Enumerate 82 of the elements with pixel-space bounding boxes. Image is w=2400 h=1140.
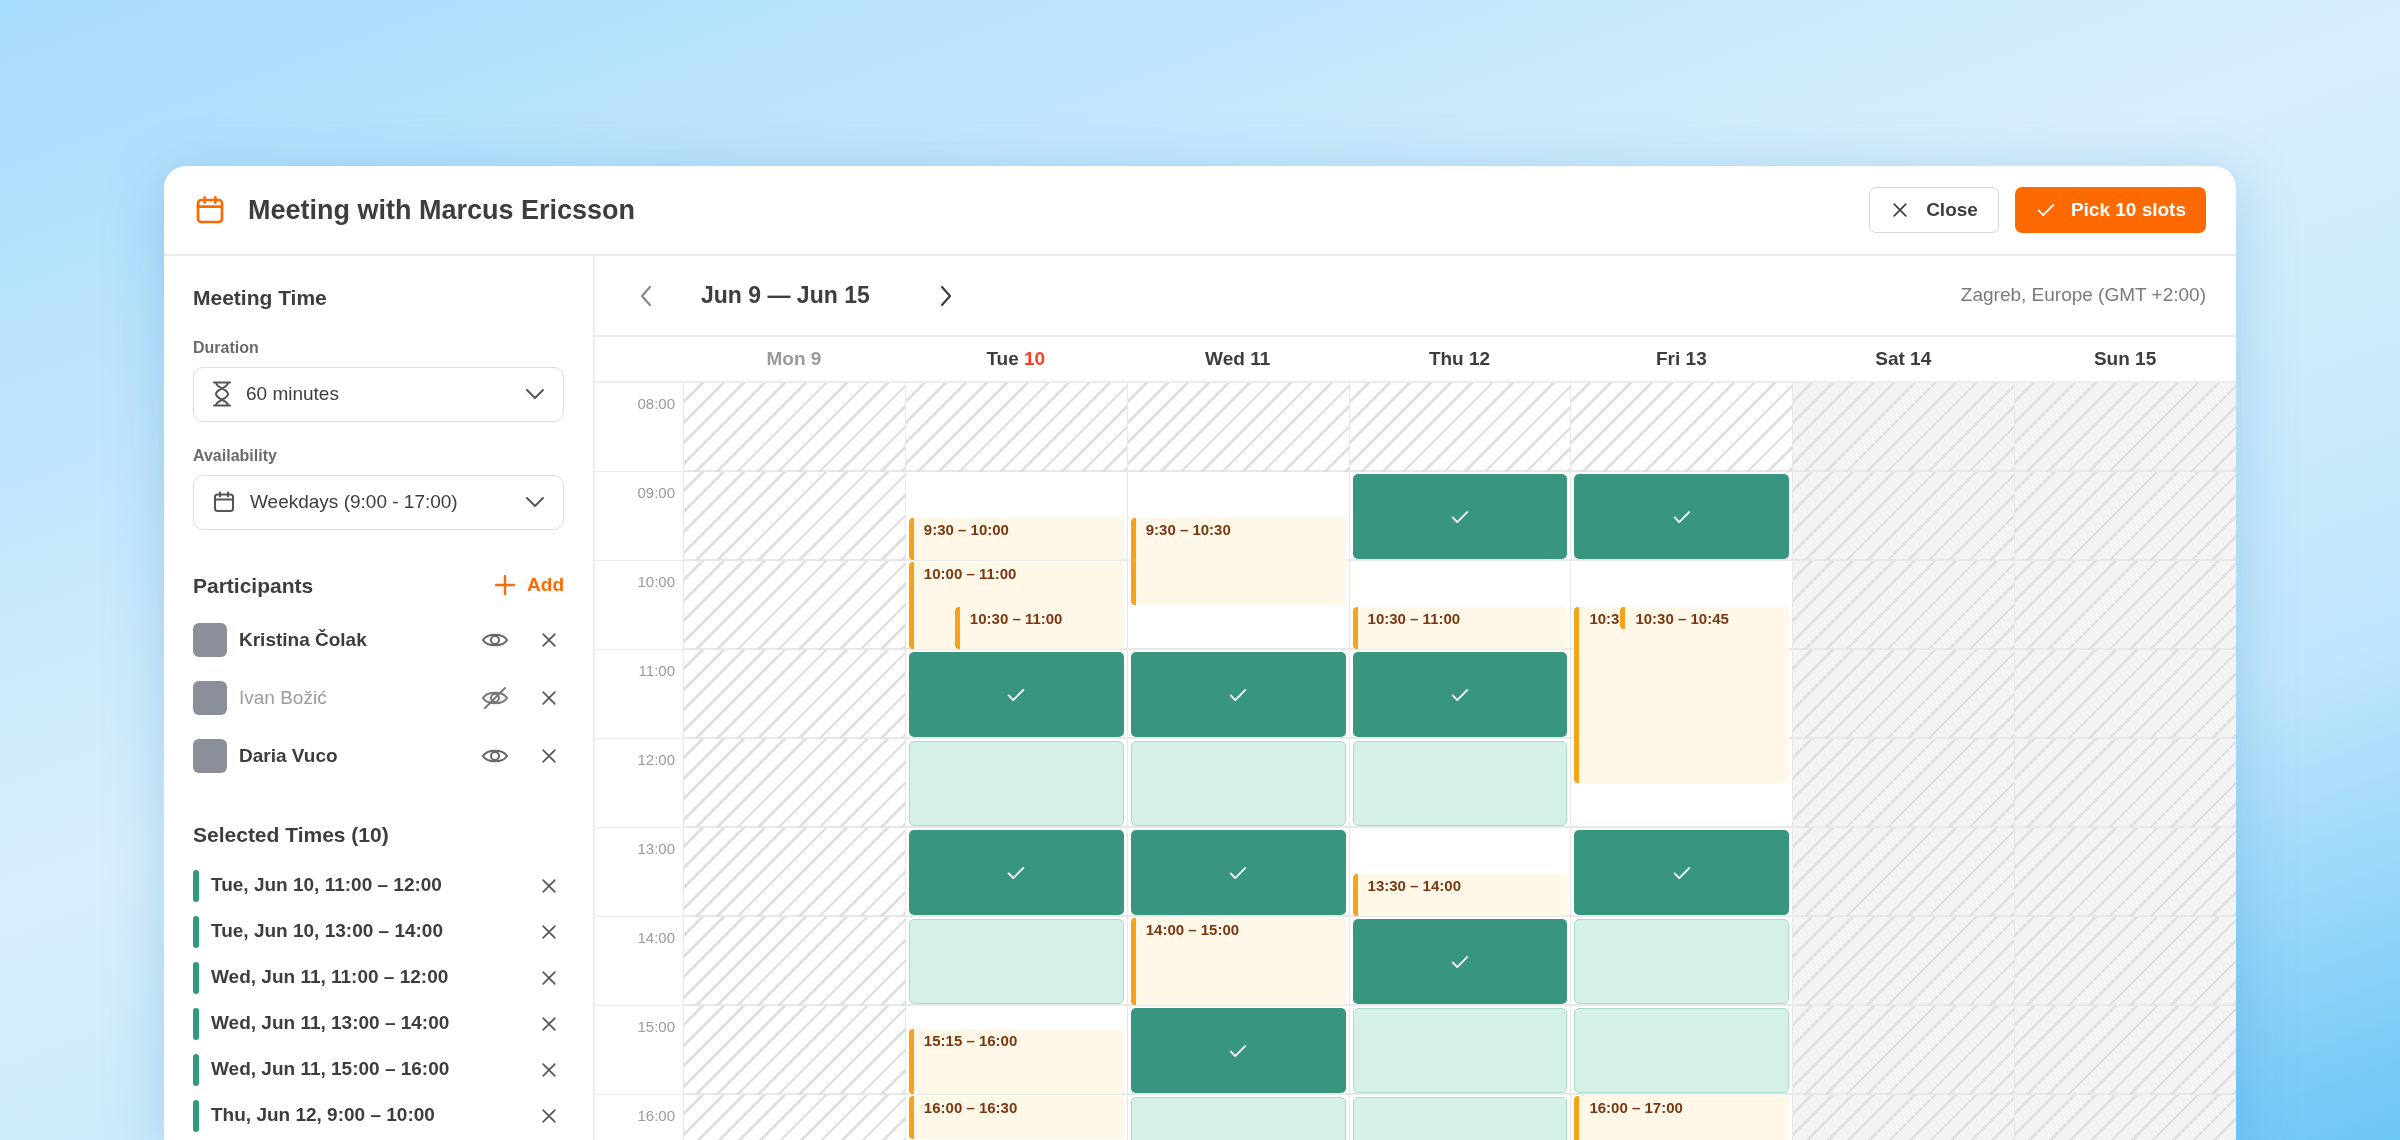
section-title: Participants xyxy=(193,572,314,599)
time-marker xyxy=(193,961,199,994)
participant-name: Daria Vuco xyxy=(239,743,339,768)
available-slot[interactable] xyxy=(908,919,1124,1004)
busy-event: 16:00 – 16:30 xyxy=(908,1096,1124,1139)
busy-event: 10:30 – 10:45 xyxy=(1620,606,1790,629)
selected-slot[interactable] xyxy=(1574,830,1790,915)
day-header[interactable]: Wed 11 xyxy=(1205,344,1271,374)
day-header[interactable]: Thu 12 xyxy=(1428,344,1491,374)
hour-label: 12:00 xyxy=(595,739,683,828)
selected-slot[interactable] xyxy=(1130,652,1346,737)
hour-label: 14:00 xyxy=(595,917,683,1006)
hour-label: 09:00 xyxy=(595,472,683,561)
day-header[interactable]: Sat 14 xyxy=(1875,344,1932,374)
time-marker xyxy=(193,869,199,902)
hour-label: 10:00 xyxy=(595,561,683,650)
selected-slot[interactable] xyxy=(1130,830,1346,915)
busy-event: 10:30 – 11:00 xyxy=(954,606,1124,649)
avatar-photo-placeholder xyxy=(193,739,227,773)
hour-label: 08:00 xyxy=(595,383,683,472)
time-marker xyxy=(193,915,199,948)
busy-event: 10:30 – 11:00 xyxy=(1352,606,1568,649)
participant-name: Kristina Čolak xyxy=(239,627,368,652)
participant-name: Ivan Božić xyxy=(239,685,328,710)
available-slot[interactable] xyxy=(908,741,1124,826)
selected-slot[interactable] xyxy=(1352,652,1568,737)
busy-event: 9:30 – 10:00 xyxy=(908,517,1124,560)
time-marker xyxy=(193,1099,199,1132)
busy-event: 15:15 – 16:00 xyxy=(908,1029,1124,1094)
selected-slot[interactable] xyxy=(1130,1008,1346,1093)
hour-label: 11:00 xyxy=(595,650,683,739)
calendar-icon xyxy=(194,194,226,226)
hour-label: 13:00 xyxy=(595,828,683,917)
busy-event: 9:30 – 10:30 xyxy=(1130,517,1346,605)
hour-label: 15:00 xyxy=(595,1006,683,1095)
hour-label: 16:00 xyxy=(595,1095,683,1140)
avatar-photo-placeholder xyxy=(193,681,227,715)
selected-slot[interactable] xyxy=(1574,474,1790,559)
day-header[interactable]: Fri 13 xyxy=(1656,344,1707,374)
date-range: Jun 9 — Jun 15 xyxy=(701,281,871,311)
window-title: Meeting with Marcus Ericsson xyxy=(248,193,636,227)
selected-time: Wed, Jun 11, 11:00 – 12:00 xyxy=(211,965,450,990)
field-label: Availability xyxy=(193,445,278,466)
timezone-label: Zagreb, Europe (GMT +2:00) xyxy=(1960,283,2206,308)
avatar-photo-placeholder xyxy=(193,623,227,657)
busy-event: 14:00 – 15:00 xyxy=(1130,918,1346,1005)
chevron-down-icon xyxy=(525,388,545,400)
busy-event: 13:30 – 14:00 xyxy=(1352,873,1568,916)
section-title: Meeting Time xyxy=(193,285,328,311)
close-icon xyxy=(539,630,559,650)
selected-time: Tue, Jun 10, 11:00 – 12:00 xyxy=(211,873,443,898)
available-slot[interactable] xyxy=(1352,1008,1568,1093)
duration-select[interactable]: 60 minutes xyxy=(193,366,564,422)
available-slot[interactable] xyxy=(1574,1008,1790,1093)
close-icon xyxy=(539,688,559,708)
field-label: Duration xyxy=(193,337,260,358)
chevron-left-icon xyxy=(639,283,653,308)
available-slot[interactable] xyxy=(1574,919,1790,1004)
selected-time: Thu, Jun 12, 9:00 – 10:00 xyxy=(211,1103,436,1128)
selected-slot[interactable] xyxy=(1352,919,1568,1004)
selected-slot[interactable] xyxy=(1352,474,1568,559)
calendar-icon xyxy=(212,490,236,514)
section-title: Selected Times (10) xyxy=(193,822,390,848)
plus-icon xyxy=(495,575,516,596)
selected-time: Wed, Jun 11, 13:00 – 14:00 xyxy=(211,1011,451,1036)
chevron-right-icon xyxy=(939,283,953,308)
day-header[interactable]: Tue 10 xyxy=(986,344,1046,374)
close-icon xyxy=(539,746,559,766)
availability-select[interactable]: Weekdays (9:00 - 17:00) xyxy=(193,474,564,530)
selected-time: Tue, Jun 10, 13:00 – 14:00 xyxy=(211,919,444,944)
time-marker xyxy=(193,1053,199,1086)
selected-slot[interactable] xyxy=(908,830,1124,915)
available-slot[interactable] xyxy=(1130,741,1346,826)
time-marker xyxy=(193,1007,199,1040)
close-button[interactable]: Close xyxy=(1869,187,1999,233)
selected-slot[interactable] xyxy=(908,652,1124,737)
available-slot[interactable] xyxy=(1352,741,1568,826)
chevron-down-icon xyxy=(525,496,545,508)
hourglass-icon xyxy=(212,381,232,407)
busy-event: 16:00 – 17:00 xyxy=(1574,1096,1790,1140)
day-header[interactable]: Sun 15 xyxy=(2093,344,2157,374)
selected-time: Wed, Jun 11, 15:00 – 16:00 xyxy=(211,1057,451,1082)
